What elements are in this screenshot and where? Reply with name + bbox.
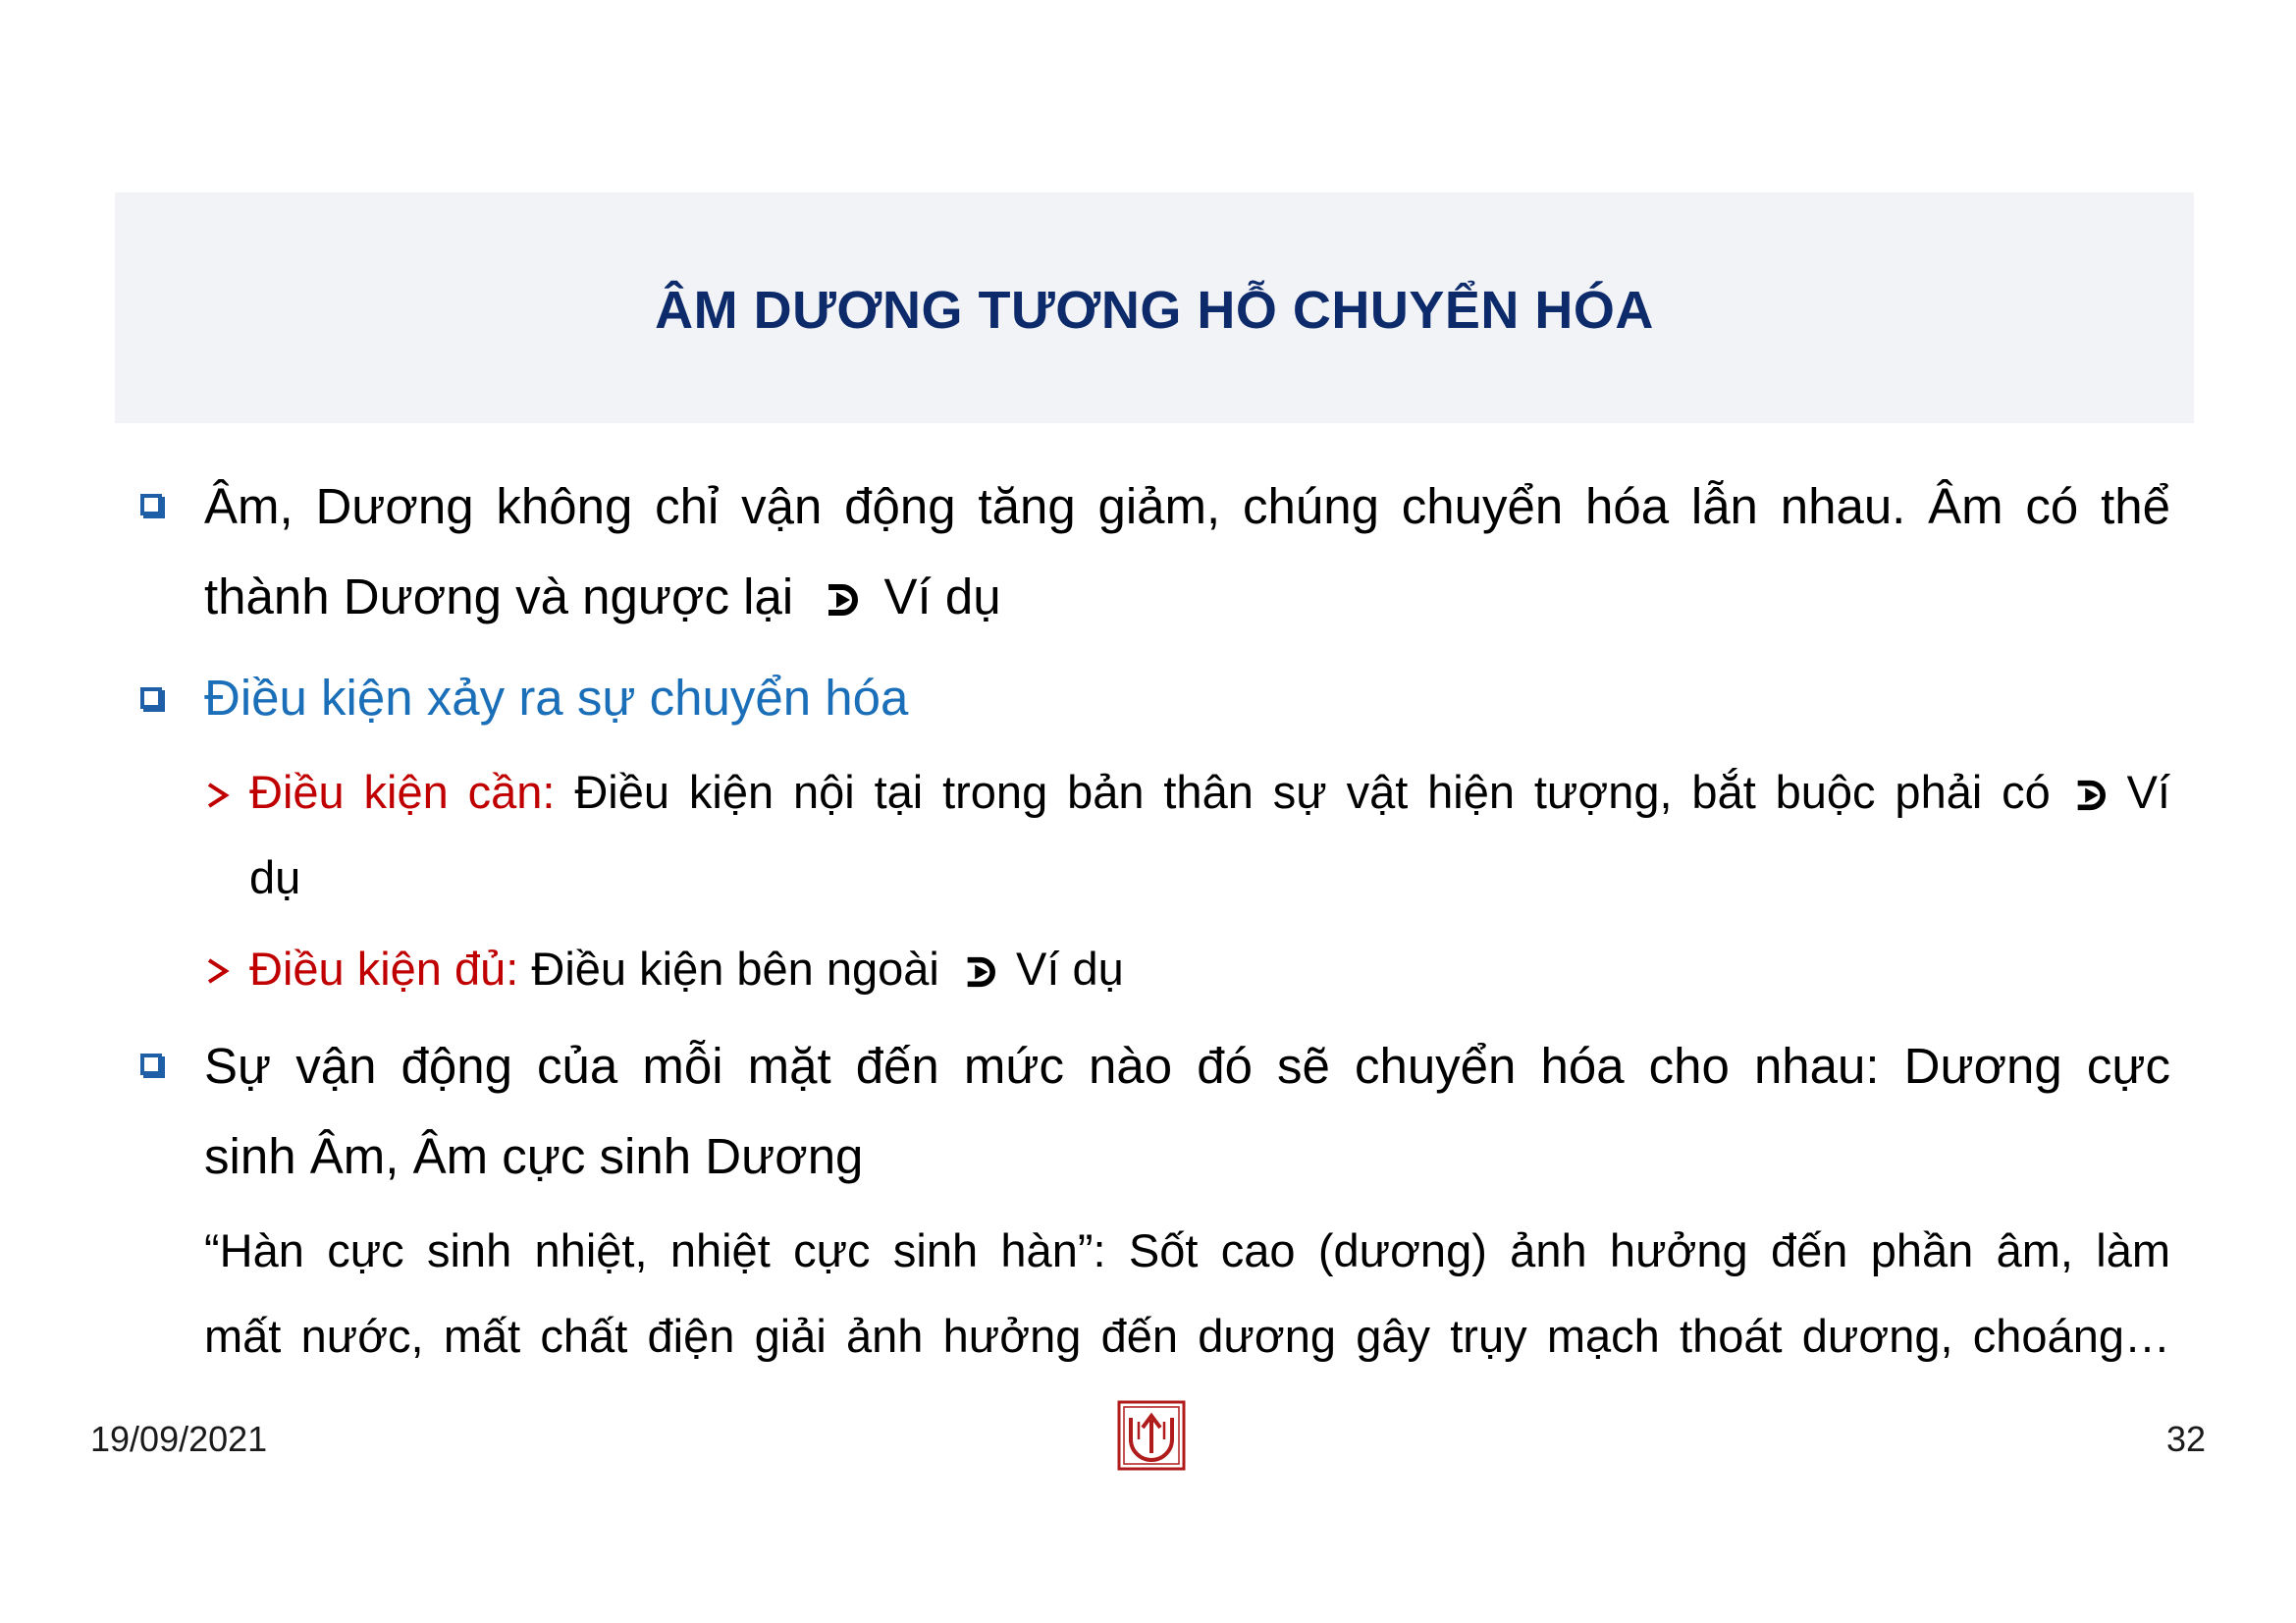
circled-arrow-icon	[821, 571, 860, 629]
sub2-example: Ví dụ	[1016, 943, 1124, 995]
sub2-line: Điều kiện đủ: Điều kiện bên ngoài Ví dụ	[249, 942, 1124, 1000]
page-number: 32	[2165, 1419, 2206, 1459]
sub1-line1: Điều kiện cần: Điều kiện nội tại trong b…	[249, 765, 2170, 823]
slide-title: ÂM DƯƠNG TƯƠNG HỖ CHUYỂN HÓA	[655, 280, 1654, 340]
university-logo-icon	[1117, 1400, 1186, 1471]
circled-arrow-icon	[2070, 769, 2108, 823]
bullet1-line2: thành Dương và ngược lại Ví dụ	[204, 568, 1001, 629]
bullet1-example: Ví dụ	[883, 568, 1001, 624]
bullet2-heading: Điều kiện xảy ra sự chuyển hóa	[204, 670, 909, 726]
sub1-label: Điều kiện cần:	[249, 766, 556, 818]
quote-line1: “Hàn cực sinh nhiệt, nhiệt cực sinh hàn”…	[204, 1224, 2170, 1276]
sub-arrow-icon	[206, 957, 230, 990]
sub1-example: Ví	[2126, 766, 2170, 818]
bullet1-line2-text: thành Dương và ngược lại	[204, 568, 794, 624]
title-band: ÂM DƯƠNG TƯƠNG HỖ CHUYỂN HÓA	[115, 192, 2194, 423]
sub2-text: Điều kiện bên ngoài	[531, 943, 939, 995]
sub-arrow-icon	[206, 782, 230, 814]
bullet-square-icon	[140, 494, 162, 515]
circled-arrow-icon	[960, 946, 997, 1000]
sub2-label: Điều kiện đủ:	[249, 943, 519, 995]
bullet-square-icon	[140, 687, 162, 709]
bullet1-line1: Âm, Dương không chỉ vận động tăng giảm, …	[204, 478, 2170, 534]
quote-line2: mất nước, mất chất điện giải ảnh hưởng đ…	[204, 1310, 2170, 1362]
sub1-line2: dụ	[249, 851, 301, 903]
sub1-text: Điều kiện nội tại trong bản thân sự vật …	[574, 766, 2051, 818]
footer-date: 19/09/2021	[90, 1419, 268, 1459]
bullet-square-icon	[140, 1054, 162, 1075]
bullet3-line1: Sự vận động của mỗi mặt đến mức nào đó s…	[204, 1038, 2170, 1094]
bullet3-line2: sinh Âm, Âm cực sinh Dương	[204, 1128, 864, 1184]
